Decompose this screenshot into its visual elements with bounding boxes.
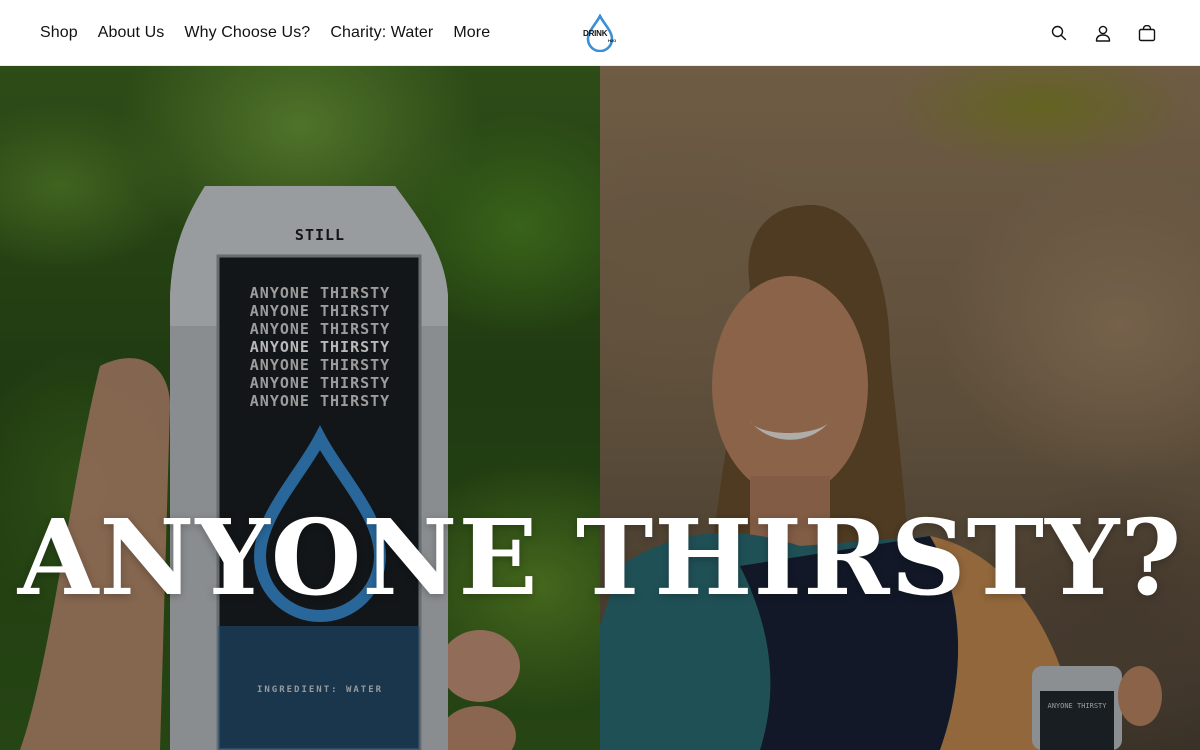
nav-why-choose-us[interactable]: Why Choose Us?: [184, 24, 310, 42]
nav-shop[interactable]: Shop: [40, 24, 78, 42]
account-icon[interactable]: [1094, 24, 1112, 42]
site-header: Shop About Us Why Choose Us? Charity: Wa…: [0, 0, 1200, 66]
search-icon[interactable]: [1050, 24, 1068, 42]
hero-banner: STILL ANYONE THIRSTY ANYONE THIRSTY ANYO…: [0, 66, 1200, 750]
nav-charity-water[interactable]: Charity: Water: [330, 24, 433, 42]
hero-title: ANYONE THIRSTY?: [17, 496, 1183, 619]
header-icons: [1050, 0, 1156, 66]
logo-text: DRINK: [583, 29, 608, 38]
hero-overlay: [0, 66, 1200, 750]
logo-subtext: H2O: [608, 38, 617, 43]
main-nav: Shop About Us Why Choose Us? Charity: Wa…: [40, 0, 490, 66]
cart-icon[interactable]: [1138, 24, 1156, 42]
nav-about-us[interactable]: About Us: [98, 24, 165, 42]
nav-more[interactable]: More: [453, 24, 490, 42]
